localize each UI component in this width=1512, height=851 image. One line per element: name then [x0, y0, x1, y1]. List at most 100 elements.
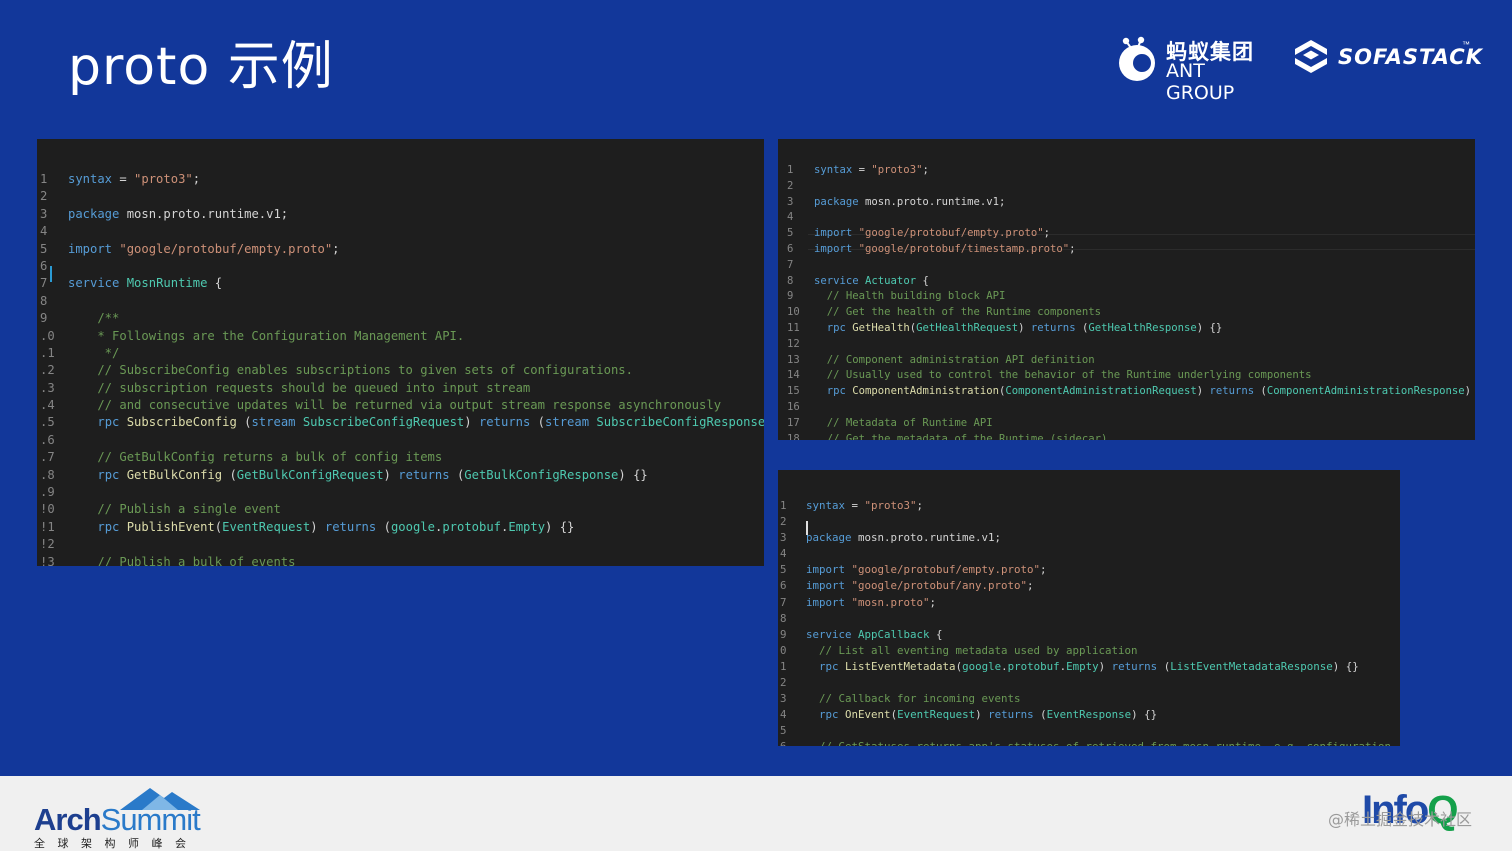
code-text: package mosn.proto.runtime.v1; [68, 206, 288, 223]
code-line: 17 // Metadata of Runtime API [778, 416, 1475, 432]
code-text: * Followings are the Configuration Manag… [68, 328, 464, 345]
line-number: 8 [780, 611, 787, 625]
code-token: // Get the health of the Runtime compone… [814, 306, 1102, 319]
code-token: syntax [68, 172, 113, 186]
code-text: // Usually used to control the behavior … [814, 368, 1312, 384]
code-token: package [814, 195, 859, 208]
code-text: */ [68, 345, 120, 362]
line-number: 2 [780, 515, 787, 529]
code-token: protobuf [442, 519, 502, 534]
code-token: OnEvent [845, 708, 891, 722]
line-number: !1 [40, 519, 55, 534]
sofastack-icon [1295, 40, 1327, 73]
code-text: rpc ListEventMetadata(google.protobuf.Em… [806, 659, 1359, 675]
code-token: import [68, 241, 113, 256]
line-number: 5 [40, 241, 48, 256]
code-line: 12 [778, 337, 1475, 353]
line-number: !0 [40, 502, 55, 517]
line-number: 11 [787, 321, 800, 334]
code-line: .8 rpc GetBulkConfig (GetBulkConfigReque… [37, 467, 764, 484]
line-number: .2 [40, 363, 55, 378]
code-line: .4 // and consecutive updates will be re… [37, 397, 764, 414]
code-token: */ [68, 345, 120, 360]
code-line: !1 rpc PublishEvent (EventRequest) return… [37, 519, 764, 536]
code-line: 1 syntax = "proto3"; [778, 163, 1475, 179]
code-text: // List all eventing metadata used by ap… [806, 643, 1138, 659]
ant-logo-en: ANT GROUP [1166, 60, 1235, 104]
code-token: AppCallback [858, 627, 930, 641]
sofastack-tm: ™ [1462, 40, 1470, 49]
code-token: ListEventMetadata [845, 659, 956, 673]
slide-title: proto 示例 [68, 37, 334, 97]
code-line: 18 // Get the metadata of the Runtime (s… [778, 432, 1475, 440]
code-token: "google/protobuf/timestamp.proto" [858, 242, 1070, 255]
line-number: 7 [40, 276, 48, 291]
code-line: 1 syntax = "proto3"; [778, 498, 1400, 514]
line-number: .9 [40, 485, 55, 500]
code-token: ; [192, 172, 201, 186]
line-number: 8 [40, 293, 48, 308]
line-number: .3 [40, 380, 55, 395]
code-token: // GetStatuses returns app's statuses of… [806, 740, 1398, 746]
code-token: ) [383, 467, 399, 482]
code-text: // and consecutive updates will be retur… [68, 397, 721, 414]
code-token: Empty [508, 519, 546, 534]
line-number: 15 [787, 385, 800, 398]
code-panel-mosn-runtime: 1 syntax = "proto3"; 2 3 package mosn.proto.… [37, 139, 764, 566]
code-text: // GetBulkConfig returns a bulk of confi… [68, 449, 442, 466]
code-text: // GetStatuses returns app's statuses of… [806, 739, 1398, 746]
line-number: 1 [40, 172, 48, 186]
line-number: 2 [40, 189, 48, 204]
code-token: ) { [1464, 385, 1472, 398]
code-token: returns [478, 415, 531, 430]
code-token: ( [376, 519, 391, 534]
code-token: rpc [97, 519, 120, 534]
code-line: 9 service AppCallback { [778, 627, 1400, 643]
code-line: 4 [778, 546, 1400, 562]
code-token: ) [464, 415, 479, 430]
code-token: ; [929, 595, 937, 609]
code-text: /** [68, 310, 119, 327]
code-token: // List all eventing metadata used by ap… [806, 643, 1138, 657]
code-line: .2 // SubscribeConfig enables subscripti… [37, 362, 764, 379]
code-text: service Actuator { [814, 274, 929, 290]
code-token: Empty [1066, 659, 1099, 673]
code-panel-actuator: 1 syntax = "proto3"; 2 3 package mosn.proto.… [778, 139, 1475, 440]
code-token: ) [1196, 385, 1210, 398]
code-text: // Publish a bulk of events [68, 554, 295, 566]
code-token: MosnRuntime [126, 276, 208, 291]
code-line: 3 package mosn.proto.runtime.v1; [37, 206, 764, 223]
line-number: 18 [787, 432, 800, 440]
code-line: 0 // List all eventing metadata used by … [778, 643, 1400, 659]
code-token: returns [398, 467, 450, 482]
code-token: /** [68, 311, 120, 326]
code-text: package mosn.proto.runtime.v1; [806, 530, 1001, 546]
code-token: import [806, 595, 846, 609]
code-token: import [806, 579, 846, 593]
line-number: 4 [780, 708, 787, 722]
code-text: import "google/protobuf/empty.proto"; [814, 226, 1050, 242]
line-number: .7 [40, 450, 55, 465]
code-line: 7 [778, 258, 1475, 274]
code-line: 2 [37, 188, 764, 205]
code-token: ; [1069, 242, 1076, 255]
line-number: .1 [40, 345, 55, 360]
code-line: 10 // Get the health of the Runtime comp… [778, 305, 1475, 321]
code-line: 6 import "google/protobuf/timestamp.proto… [778, 242, 1475, 258]
code-text: // Health building block API [814, 289, 1006, 305]
code-token: stream [251, 415, 296, 430]
code-line: 6 // GetStatuses returns app's statuses … [778, 739, 1400, 746]
code-token: ( [449, 467, 465, 482]
code-line: 4 rpc OnEvent(EventRequest) returns (Eve… [778, 707, 1400, 723]
code-token: ; [922, 164, 929, 176]
code-line: .0 * Followings are the Configuration Ma… [37, 328, 764, 345]
code-token: ListEventMetadataResponse [1170, 659, 1333, 673]
code-line: .3 // subscription requests should be qu… [37, 380, 764, 397]
code-token: "google/protobuf/empty.proto" [119, 241, 333, 256]
code-token: ( [236, 415, 252, 430]
code-token: // subscription requests should be queue… [68, 380, 531, 395]
code-token: ) [1018, 321, 1031, 334]
code-token: rpc [97, 415, 120, 430]
